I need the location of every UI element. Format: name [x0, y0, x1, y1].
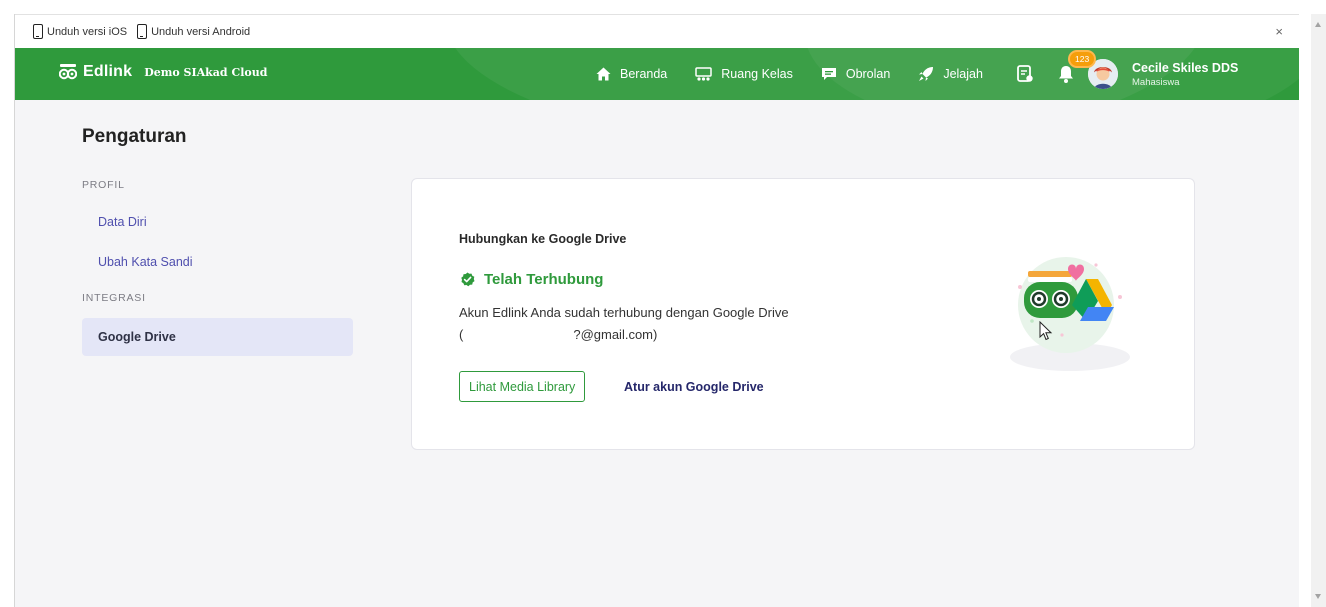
rocket-icon [919, 67, 934, 81]
google-drive-card: Hubungkan ke Google Drive Telah Terhubun… [411, 178, 1195, 450]
sidebar-item-ubah-kata-sandi[interactable]: Ubah Kata Sandi [82, 243, 353, 281]
vertical-scrollbar[interactable] [1311, 14, 1326, 607]
scroll-down-arrow-icon[interactable] [1315, 594, 1321, 599]
connection-status: Telah Terhubung [460, 271, 603, 288]
status-label: Telah Terhubung [484, 271, 604, 288]
classroom-icon [695, 66, 713, 81]
card-title: Hubungkan ke Google Drive [459, 232, 627, 246]
download-android-label: Unduh versi Android [151, 25, 251, 38]
nav-item-obrolan[interactable]: Obrolan [821, 67, 890, 81]
nav-item-label: Obrolan [845, 67, 891, 81]
download-android-link[interactable]: Unduh versi Android [137, 24, 250, 39]
google-drive-owl-illustration-icon [1010, 257, 1130, 371]
nav-item-ruang-kelas[interactable]: Ruang Kelas [695, 66, 793, 82]
download-app-bar: Unduh versi iOS Unduh versi Android × [15, 14, 1299, 48]
email-redacted [463, 327, 573, 342]
mouse-pointer-icon [1039, 321, 1053, 341]
connected-email: ( ?@gmail.com) [459, 327, 657, 342]
verified-check-icon [461, 272, 475, 287]
sidebar-item-google-drive[interactable]: Google Drive [82, 318, 353, 356]
navbar-actions: 123 Cecile Skiles DDS Mahasiswa [1016, 48, 1238, 100]
email-visible-part: ?@gmail.com) [573, 327, 658, 342]
sidebar-item-data-diri[interactable]: Data Diri [82, 203, 353, 241]
scroll-up-arrow-icon[interactable] [1315, 22, 1321, 27]
browser-viewport: Unduh versi iOS Unduh versi Android × Ed… [0, 0, 1326, 607]
nav-item-label: Ruang Kelas [721, 67, 793, 81]
manage-google-drive-link[interactable]: Atur akun Google Drive [624, 371, 764, 402]
top-navbar: Edlink Demo SIAkad Cloud Beranda Ruang K… [15, 48, 1299, 100]
main-nav: Beranda Ruang Kelas Obrolan Jelajah [596, 48, 1011, 100]
home-icon [596, 67, 611, 81]
connection-description: Akun Edlink Anda sudah terhubung dengan … [459, 305, 789, 320]
phone-icon [137, 24, 148, 39]
nav-item-beranda[interactable]: Beranda [596, 67, 667, 81]
download-ios-label: Unduh versi iOS [47, 25, 128, 38]
download-ios-link[interactable]: Unduh versi iOS [33, 24, 127, 39]
nav-item-jelajah[interactable]: Jelajah [918, 66, 983, 82]
nav-item-label: Jelajah [943, 67, 983, 81]
notification-count-badge: 123 [1068, 50, 1097, 68]
chat-icon [821, 68, 836, 80]
notification-button[interactable]: 123 [1056, 50, 1097, 84]
document-icon[interactable] [1016, 65, 1034, 83]
phone-icon [33, 24, 43, 39]
close-icon[interactable]: × [1275, 24, 1283, 39]
main-content: Pengaturan PROFIL Data Diri Ubah Kata Sa… [15, 100, 1299, 607]
view-media-library-button[interactable]: Lihat Media Library [459, 371, 586, 402]
user-role: Mahasiswa [1132, 76, 1180, 88]
nav-item-label: Beranda [620, 67, 668, 81]
brand-subtitle: Demo SIAkad Cloud [144, 65, 268, 79]
sidebar-section-profil: PROFIL [82, 179, 125, 191]
owl-logo-icon [59, 64, 77, 80]
brand-name: Edlink [83, 63, 133, 80]
user-name: Cecile Skiles DDS [1132, 60, 1239, 75]
user-menu[interactable]: Cecile Skiles DDS Mahasiswa [1132, 61, 1238, 88]
sidebar-section-integrasi: INTEGRASI [82, 292, 146, 304]
brand-logo-link[interactable]: Edlink Demo SIAkad Cloud [59, 63, 267, 81]
page-title: Pengaturan [82, 126, 187, 147]
